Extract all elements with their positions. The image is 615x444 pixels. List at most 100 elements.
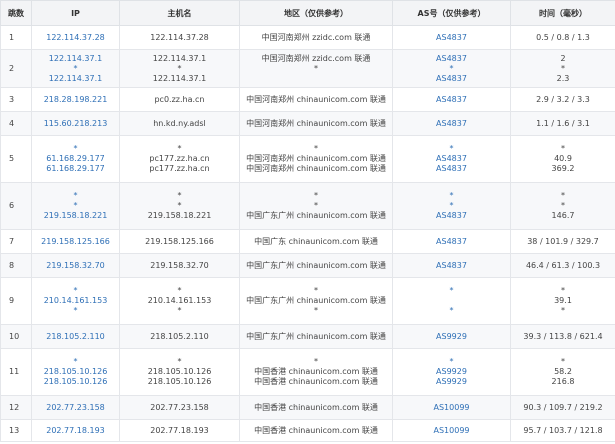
as-line[interactable]: AS4837 (395, 119, 508, 129)
ip-line[interactable]: 115.60.218.213 (34, 119, 117, 129)
as-line: * (449, 144, 454, 153)
region-cell: 中国河南郑州 zzidc.com 联通 * (239, 49, 393, 88)
time-line: 39.3 / 113.8 / 621.4 (523, 331, 603, 341)
ip-line[interactable]: 122.114.37.28 (34, 33, 117, 43)
hostname-cell: 202.77.18.193 (119, 419, 240, 442)
time-cell: 95.7 / 103.7 / 121.8 (510, 419, 615, 442)
ip-cell: 115.60.218.213 (31, 111, 120, 136)
region-cell: * 中国香港 chinaunicom.com 联通 中国香港 chinaunicom… (239, 348, 393, 396)
hostname-line: 210.14.161.153 (147, 296, 212, 305)
as-line[interactable]: AS4837 (395, 164, 508, 174)
ip-line[interactable]: 219.158.125.166 (34, 237, 117, 247)
table-row: 8 219.158.32.70 219.158.32.70 中国广东广州 chinau… (0, 253, 615, 278)
ip-line[interactable]: 122.114.37.1 (34, 54, 117, 64)
hop-cell: 11 (0, 348, 32, 396)
hop-cell: 13 (0, 419, 32, 442)
region-line: 中国广东广州 chinaunicom.com 联通 (246, 260, 386, 270)
time-line: 369.2 (551, 164, 575, 173)
hostname-line: * (177, 357, 182, 366)
as-line[interactable]: AS4837 (395, 33, 508, 43)
ip-line: * (73, 144, 78, 153)
ip-cell: 122.114.37.28 (31, 25, 120, 50)
ip-cell: * * 219.158.18.221 (31, 182, 120, 230)
region-line: 中国河南郑州 zzidc.com 联通 (261, 53, 371, 63)
as-line[interactable]: AS9929 (395, 367, 508, 377)
ip-line[interactable]: 61.168.29.177 (34, 154, 117, 164)
region-line (242, 74, 390, 84)
ip-line: * (73, 201, 78, 210)
ip-line[interactable]: 219.158.32.70 (34, 261, 117, 271)
region-line: * (314, 63, 318, 73)
ip-line[interactable]: 210.14.161.153 (34, 296, 117, 306)
time-line: * (561, 286, 565, 295)
ip-line[interactable]: 202.77.18.193 (34, 426, 117, 436)
region-line: * (314, 357, 318, 366)
table-row: 5 * 61.168.29.177 61.168.29.177 * pc177.zz.ha… (0, 135, 615, 183)
hostname-line: 219.158.18.221 (147, 211, 212, 220)
hostname-line: 122.114.37.1 (152, 53, 207, 63)
time-cell: 2 * 2.3 (510, 49, 615, 88)
hostname-cell: 122.114.37.1 * 122.114.37.1 (119, 49, 240, 88)
hop-cell: 2 (0, 49, 32, 88)
table-row: 4 115.60.218.213 hn.kd.ny.adsl 中国河南郑州 china… (0, 111, 615, 136)
time-line: 38 / 101.9 / 329.7 (527, 236, 599, 246)
as-cell: AS10099 (392, 395, 511, 420)
as-line[interactable]: AS10099 (395, 426, 508, 436)
time-cell: 46.4 / 61.3 / 100.3 (510, 253, 615, 278)
time-line: 90.3 / 109.7 / 219.2 (523, 402, 603, 412)
region-cell: 中国广东 chinaunicom.com 联通 (239, 229, 393, 254)
region-cell: 中国河南郑州 chinaunicom.com 联通 (239, 111, 393, 136)
ip-line[interactable]: 202.77.23.158 (34, 403, 117, 413)
as-line[interactable]: AS9929 (395, 377, 508, 387)
hostname-line: * (177, 191, 182, 200)
as-line[interactable]: AS4837 (395, 95, 508, 105)
region-line: 中国广东 chinaunicom.com 联通 (254, 236, 378, 246)
col-header-as: AS号（仅供参考） (392, 0, 511, 26)
ip-cell: 218.28.198.221 (31, 87, 120, 112)
ip-line[interactable]: 218.28.198.221 (34, 95, 117, 105)
time-cell: * 39.1 * (510, 277, 615, 325)
traceroute-table: 跳数 IP 主机名 地区（仅供参考） AS号（仅供参考） 时间（毫秒） 1 122… (0, 0, 615, 442)
hop-cell: 3 (0, 87, 32, 112)
time-line: 0.5 / 0.8 / 1.3 (536, 32, 590, 42)
region-line: * (314, 144, 318, 153)
region-line: 中国香港 chinaunicom.com 联通 (254, 425, 378, 435)
table-row: 11 * 218.105.10.126 218.105.10.126 * 218.105.… (0, 348, 615, 396)
as-line[interactable]: AS4837 (395, 74, 508, 84)
table-row: 6 * * 219.158.18.221 * * 219.158.18.221 * * 中国广东广… (0, 182, 615, 230)
hostname-cell: * * 219.158.18.221 (119, 182, 240, 230)
as-cell: AS4837 * AS4837 (392, 49, 511, 88)
as-line[interactable]: AS4837 (395, 154, 508, 164)
as-line[interactable]: AS4837 (395, 211, 508, 221)
ip-line[interactable]: 61.168.29.177 (34, 164, 117, 174)
as-line[interactable]: AS9929 (395, 332, 508, 342)
region-line: 中国香港 chinaunicom.com 联通 (254, 377, 378, 386)
ip-line[interactable]: 218.105.10.126 (34, 377, 117, 387)
hostname-line: * (177, 201, 182, 210)
as-line (395, 296, 508, 306)
time-cell: * * 146.7 (510, 182, 615, 230)
as-line: * (449, 357, 454, 366)
as-line[interactable]: AS4837 (395, 237, 508, 247)
hostname-line: 202.77.18.193 (150, 425, 209, 435)
region-line: 中国河南郑州 chinaunicom.com 联通 (246, 164, 386, 173)
hostname-cell: pc0.zz.ha.cn (119, 87, 240, 112)
as-line: * (449, 191, 454, 200)
region-cell: * 中国广东广州 chinaunicom.com 联通 * (239, 277, 393, 325)
ip-line[interactable]: 218.105.2.110 (34, 332, 117, 342)
ip-line[interactable]: 218.105.10.126 (34, 367, 117, 377)
time-cell: 1.1 / 1.6 / 3.1 (510, 111, 615, 136)
ip-cell: 202.77.18.193 (31, 419, 120, 442)
time-line: 58.2 (554, 367, 572, 376)
ip-line[interactable]: 122.114.37.1 (34, 74, 117, 84)
hostname-line: pc177.zz.ha.cn (149, 164, 210, 173)
as-line[interactable]: AS4837 (395, 261, 508, 271)
hostname-line: pc0.zz.ha.cn (154, 94, 205, 104)
hostname-line: 218.105.10.126 (147, 377, 212, 386)
ip-line: * (73, 191, 78, 200)
as-line[interactable]: AS10099 (395, 403, 508, 413)
ip-line[interactable]: 219.158.18.221 (34, 211, 117, 221)
table-row: 12 202.77.23.158 202.77.23.158 中国香港 chinaun… (0, 395, 615, 420)
as-line[interactable]: AS4837 (395, 54, 508, 64)
as-line: * (449, 306, 454, 315)
